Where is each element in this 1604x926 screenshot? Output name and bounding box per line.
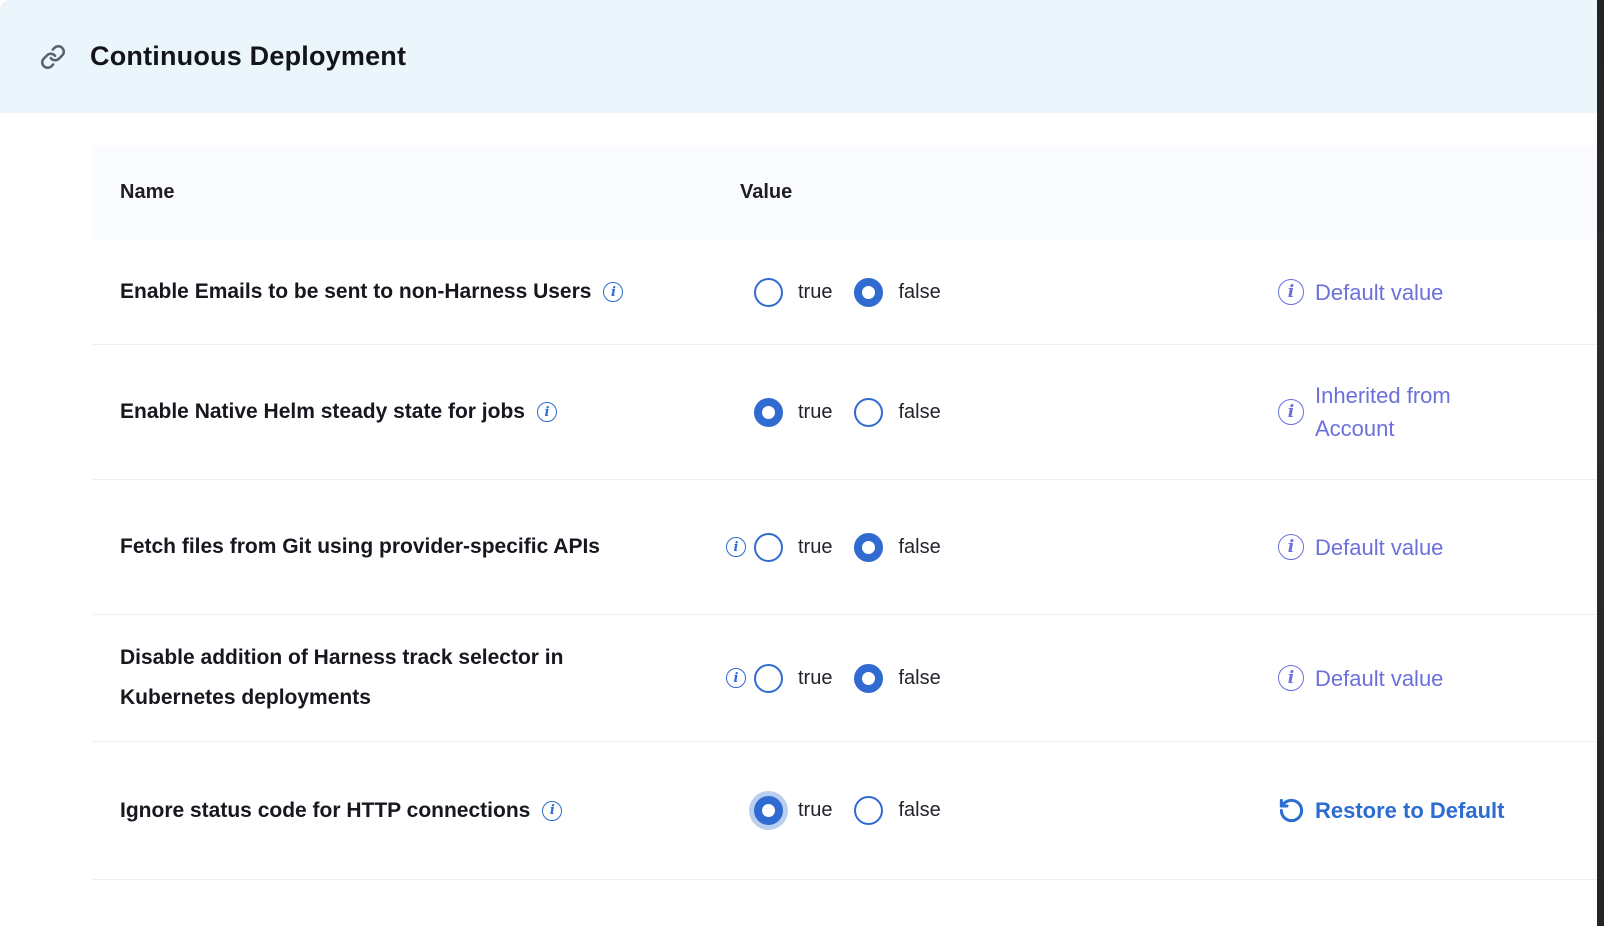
radio-true[interactable]: true: [754, 796, 832, 825]
setting-status: i Default value: [1278, 480, 1578, 614]
radio-true-label: true: [798, 281, 832, 304]
radio-false-label: false: [898, 281, 940, 304]
setting-value-cell: true false: [726, 240, 963, 344]
status-inherited-from-account: Inherited from Account: [1315, 379, 1530, 445]
radio-true-control[interactable]: [754, 278, 783, 307]
radio-true-control[interactable]: [754, 398, 783, 427]
table-row: Enable Native Helm steady state for jobs…: [92, 345, 1597, 480]
radio-false[interactable]: false: [854, 278, 940, 307]
window-edge: [1597, 0, 1604, 926]
status-default-value: Default value: [1315, 531, 1443, 564]
setting-label: Ignore status code for HTTP connections: [120, 791, 530, 831]
value-info-slot: i: [726, 668, 754, 688]
column-header-value: Value: [740, 181, 792, 204]
radio-false-label: false: [898, 667, 940, 690]
radio-true-label: true: [798, 799, 832, 822]
radio-false-control[interactable]: [854, 398, 883, 427]
setting-value-cell: i true false: [726, 615, 963, 741]
info-icon[interactable]: i: [1278, 279, 1304, 305]
setting-name-cell: Fetch files from Git using provider-spec…: [92, 527, 682, 567]
info-icon[interactable]: i: [726, 668, 746, 688]
radio-true[interactable]: true: [754, 398, 832, 427]
radio-true[interactable]: true: [754, 278, 832, 307]
table-header-row: Name Value: [92, 145, 1597, 240]
section-title: Continuous Deployment: [90, 41, 406, 72]
radio-true[interactable]: true: [754, 664, 832, 693]
setting-value-cell: i true false: [726, 480, 963, 614]
settings-page: Continuous Deployment Name Value Enable …: [0, 0, 1604, 926]
restore-label: Restore to Default: [1315, 798, 1504, 824]
radio-false[interactable]: false: [854, 664, 940, 693]
radio-false-control[interactable]: [854, 533, 883, 562]
setting-status: i Default value: [1278, 615, 1578, 741]
radio-true-label: true: [798, 667, 832, 690]
setting-label: Enable Native Helm steady state for jobs: [120, 392, 525, 432]
restore-to-default-button[interactable]: Restore to Default: [1278, 797, 1504, 824]
radio-false[interactable]: false: [854, 796, 940, 825]
radio-false-control[interactable]: [854, 664, 883, 693]
setting-status: i Default value: [1278, 240, 1578, 344]
setting-label: Fetch files from Git using provider-spec…: [120, 527, 600, 567]
radio-false-label: false: [898, 401, 940, 424]
info-icon[interactable]: i: [1278, 399, 1304, 425]
settings-table: Name Value Enable Emails to be sent to n…: [92, 145, 1597, 880]
radio-false-control[interactable]: [854, 278, 883, 307]
setting-name-cell: Ignore status code for HTTP connections …: [92, 791, 722, 831]
setting-status: Restore to Default: [1278, 742, 1578, 879]
link-icon[interactable]: [40, 44, 66, 70]
info-icon[interactable]: i: [542, 801, 562, 821]
setting-value-cell: true false: [726, 742, 963, 879]
setting-value-cell: true false: [726, 345, 963, 479]
status-default-value: Default value: [1315, 276, 1443, 309]
setting-name-cell: Disable addition of Harness track select…: [92, 638, 682, 718]
table-row: Fetch files from Git using provider-spec…: [92, 480, 1597, 615]
setting-name-cell: Enable Native Helm steady state for jobs…: [92, 392, 722, 432]
info-icon[interactable]: i: [1278, 534, 1304, 560]
setting-label: Disable addition of Harness track select…: [120, 638, 680, 718]
radio-false[interactable]: false: [854, 398, 940, 427]
restore-icon: [1278, 797, 1305, 824]
section-header: Continuous Deployment: [0, 0, 1597, 113]
setting-status: i Inherited from Account: [1278, 345, 1578, 479]
radio-true-control[interactable]: [754, 796, 783, 825]
radio-true[interactable]: true: [754, 533, 832, 562]
radio-true-label: true: [798, 536, 832, 559]
setting-label: Enable Emails to be sent to non-Harness …: [120, 272, 591, 312]
radio-false-label: false: [898, 799, 940, 822]
table-row: Enable Emails to be sent to non-Harness …: [92, 240, 1597, 345]
info-icon[interactable]: i: [726, 537, 746, 557]
radio-true-control[interactable]: [754, 533, 783, 562]
radio-false-control[interactable]: [854, 796, 883, 825]
table-row: Ignore status code for HTTP connections …: [92, 742, 1597, 880]
radio-true-control[interactable]: [754, 664, 783, 693]
radio-true-label: true: [798, 401, 832, 424]
info-icon[interactable]: i: [603, 282, 623, 302]
status-default-value: Default value: [1315, 662, 1443, 695]
setting-name-cell: Enable Emails to be sent to non-Harness …: [92, 272, 722, 312]
info-icon[interactable]: i: [537, 402, 557, 422]
column-header-name: Name: [92, 181, 174, 204]
radio-false-label: false: [898, 536, 940, 559]
table-row: Disable addition of Harness track select…: [92, 615, 1597, 742]
value-info-slot: i: [726, 537, 754, 557]
radio-false[interactable]: false: [854, 533, 940, 562]
info-icon[interactable]: i: [1278, 665, 1304, 691]
